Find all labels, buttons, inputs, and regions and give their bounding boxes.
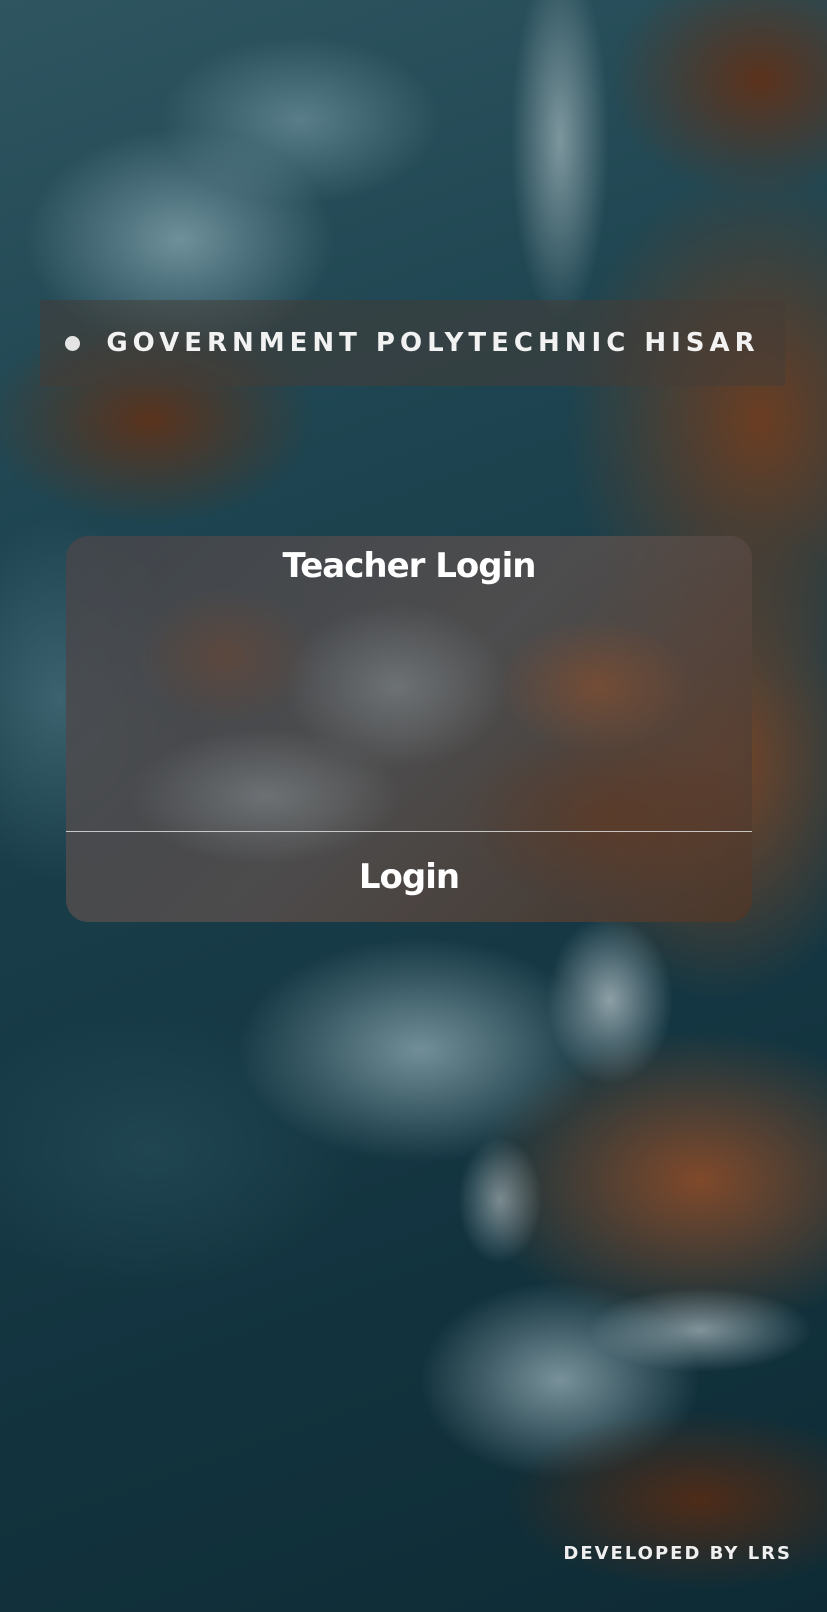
developer-credit: DEVELOPED BY LRS bbox=[563, 1543, 792, 1564]
login-button[interactable]: Login bbox=[66, 832, 752, 922]
dot-icon bbox=[65, 335, 81, 351]
login-card: Teacher Login Login bbox=[66, 536, 752, 922]
login-card-title: Teacher Login bbox=[282, 546, 537, 586]
institution-title: GOVERNMENT POLYTECHNIC HISAR bbox=[106, 328, 760, 358]
header-banner: GOVERNMENT POLYTECHNIC HISAR bbox=[40, 300, 785, 386]
app-screen: GOVERNMENT POLYTECHNIC HISAR Teacher Log… bbox=[0, 0, 827, 1612]
